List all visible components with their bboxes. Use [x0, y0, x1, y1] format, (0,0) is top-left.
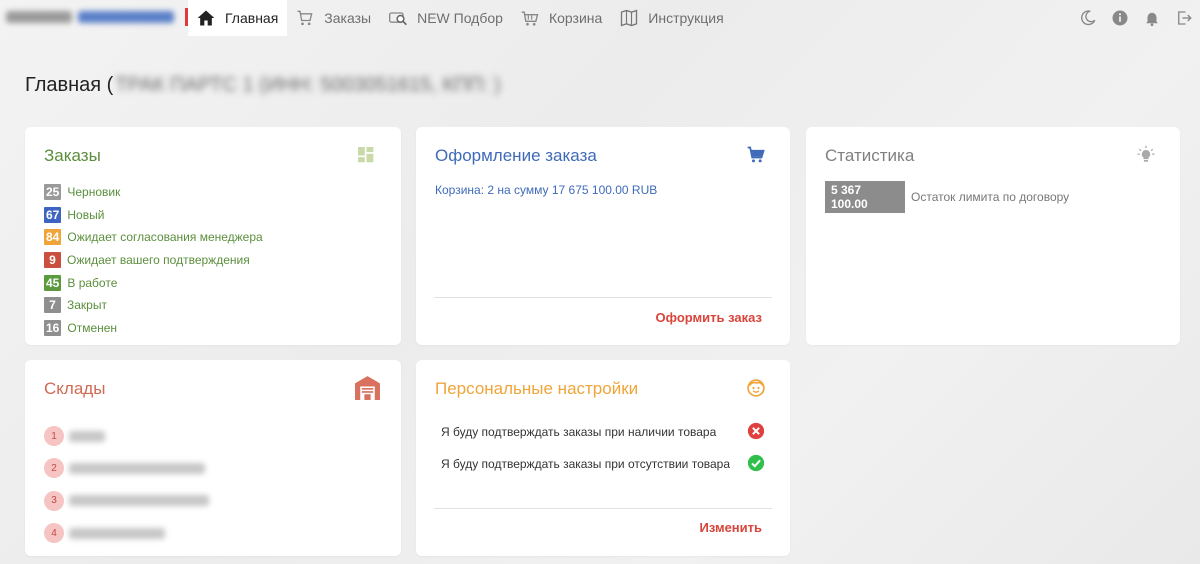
place-order-button[interactable]: Оформить заказ [656, 310, 762, 325]
contract-limit-value: 5 367 100.00 [825, 181, 905, 213]
nav-item-basket[interactable]: Корзина [512, 0, 611, 36]
preference-confirm-out-of-stock: Я буду подтверждать заказы при отсутстви… [441, 457, 731, 471]
orders-card: Заказы 25 Черновик 67 Новый 84 Ожидает соглас… [25, 127, 401, 345]
status-count-badge: 9 [44, 252, 61, 269]
order-status-item[interactable]: 67 Новый [44, 204, 263, 227]
status-label: Ожидает согласования менеджера [67, 230, 263, 245]
order-status-list: 25 Черновик 67 Новый 84 Ожидает согласования … [44, 181, 263, 339]
status-label: Черновик [67, 185, 121, 200]
basket-icon [521, 11, 539, 26]
nav-item-label: NEW Подбор [417, 10, 503, 26]
theme-toggle-button[interactable] [1072, 6, 1104, 30]
order-status-item[interactable]: 84 Ожидает согласования менеджера [44, 226, 263, 249]
order-status-item[interactable]: 7 Закрыт [44, 294, 263, 317]
preference-confirm-in-stock: Я буду подтверждать заказы при наличии т… [441, 425, 717, 439]
nav-item-label: Инструкция [648, 10, 724, 26]
warehouse-icon [355, 376, 380, 400]
nav-item-label: Корзина [548, 10, 603, 26]
settings-card-title: Персональные настройки [435, 379, 639, 398]
contract-limit-row: 5 367 100.00 Остаток лимита по договору [825, 181, 1069, 213]
smiley-face-icon [747, 379, 765, 397]
top-navigation: Главная Заказы NEW Подбор Корзина Инстру… [0, 0, 1200, 36]
cart-summary: Корзина: 2 на сумму 17 675 100.00 RUB [435, 183, 658, 197]
statistics-card-title: Статистика [825, 146, 915, 165]
lightbulb-icon [1137, 145, 1155, 162]
logout-icon [1178, 11, 1192, 25]
car-search-icon [389, 12, 408, 26]
warehouse-name-blurred [69, 495, 209, 507]
page-title: Главная ( ТРАК ПАРТС 1 (ИНН: 5003051615,… [25, 74, 501, 97]
status-label: Закрыт [67, 298, 107, 313]
warehouse-item[interactable]: 4 [44, 517, 209, 549]
company-name-blurred: ТРАК ПАРТС 1 (ИНН: 5003051615, КПП: ) [115, 74, 501, 96]
personal-settings-card: Персональные настройки Я буду подтвержда… [416, 360, 790, 556]
bell-icon [1146, 12, 1158, 27]
book-icon [621, 9, 638, 27]
enabled-check-icon[interactable] [747, 454, 765, 472]
order-status-item[interactable]: 9 Ожидает вашего подтверждения [44, 249, 263, 272]
status-count-badge: 67 [44, 206, 62, 223]
nav-item-orders[interactable]: Заказы [287, 0, 380, 36]
home-icon [197, 10, 215, 26]
settings-divider [434, 508, 772, 509]
checkout-card-title: Оформление заказа [435, 146, 597, 165]
warehouse-name-blurred [69, 462, 205, 474]
status-label: Новый [67, 207, 105, 222]
dashboard-grid-icon [358, 147, 374, 163]
nav-item-home[interactable]: Главная [188, 0, 288, 36]
main-nav: Главная Заказы NEW Подбор Корзина Инстру… [188, 0, 733, 36]
info-button[interactable] [1104, 6, 1136, 30]
warehouse-number: 1 [44, 426, 64, 447]
warehouse-item[interactable]: 3 [44, 485, 209, 517]
order-status-item[interactable]: 16 Отменен [44, 317, 263, 340]
status-count-badge: 25 [44, 184, 62, 201]
warehouse-number: 2 [44, 458, 64, 479]
disabled-x-icon[interactable] [747, 422, 765, 440]
nav-item-label: Главная [225, 10, 279, 26]
statistics-card: Статистика 5 367 100.00 Остаток лимита п… [806, 127, 1180, 345]
status-label: Отменен [67, 320, 118, 335]
page-title-text: Главная ( [25, 74, 114, 96]
warehouse-item[interactable]: 2 [44, 452, 209, 484]
contract-limit-label: Остаток лимита по договору [911, 190, 1070, 204]
info-icon [1112, 10, 1128, 26]
nav-utility-icons [1072, 6, 1200, 30]
warehouse-number: 3 [44, 490, 64, 511]
logout-button[interactable] [1168, 6, 1200, 30]
status-label: Ожидает вашего подтверждения [67, 253, 250, 268]
status-count-badge: 7 [44, 297, 61, 314]
warehouse-item[interactable]: 1 [44, 420, 209, 452]
nav-item-instructions[interactable]: Инструкция [611, 0, 732, 36]
edit-settings-button[interactable]: Изменить [699, 520, 762, 535]
cart-icon [297, 10, 313, 26]
status-count-badge: 16 [44, 319, 62, 336]
order-status-item[interactable]: 45 В работе [44, 271, 263, 294]
status-count-badge: 45 [44, 274, 62, 291]
warehouse-number: 4 [44, 523, 64, 544]
checkout-card: Оформление заказа Корзина: 2 на сумму 17… [416, 127, 790, 345]
checkout-divider [434, 297, 772, 298]
nav-item-label: Заказы [324, 10, 372, 26]
warehouses-card-title: Склады [44, 379, 106, 398]
status-label: В работе [67, 275, 118, 290]
nav-item-new-search[interactable]: NEW Подбор [380, 0, 512, 36]
order-status-item[interactable]: 25 Черновик [44, 181, 263, 204]
status-count-badge: 84 [44, 229, 62, 246]
moon-icon [1081, 10, 1096, 26]
orders-card-title: Заказы [44, 146, 101, 165]
company-logo[interactable] [6, 9, 178, 25]
warehouse-name-blurred [69, 430, 105, 442]
warehouses-card: Склады 1 2 3 4 [25, 360, 401, 556]
notifications-button[interactable] [1136, 6, 1168, 30]
shopping-cart-icon [747, 146, 765, 163]
warehouse-name-blurred [69, 527, 165, 539]
warehouse-list: 1 2 3 4 [44, 420, 209, 549]
